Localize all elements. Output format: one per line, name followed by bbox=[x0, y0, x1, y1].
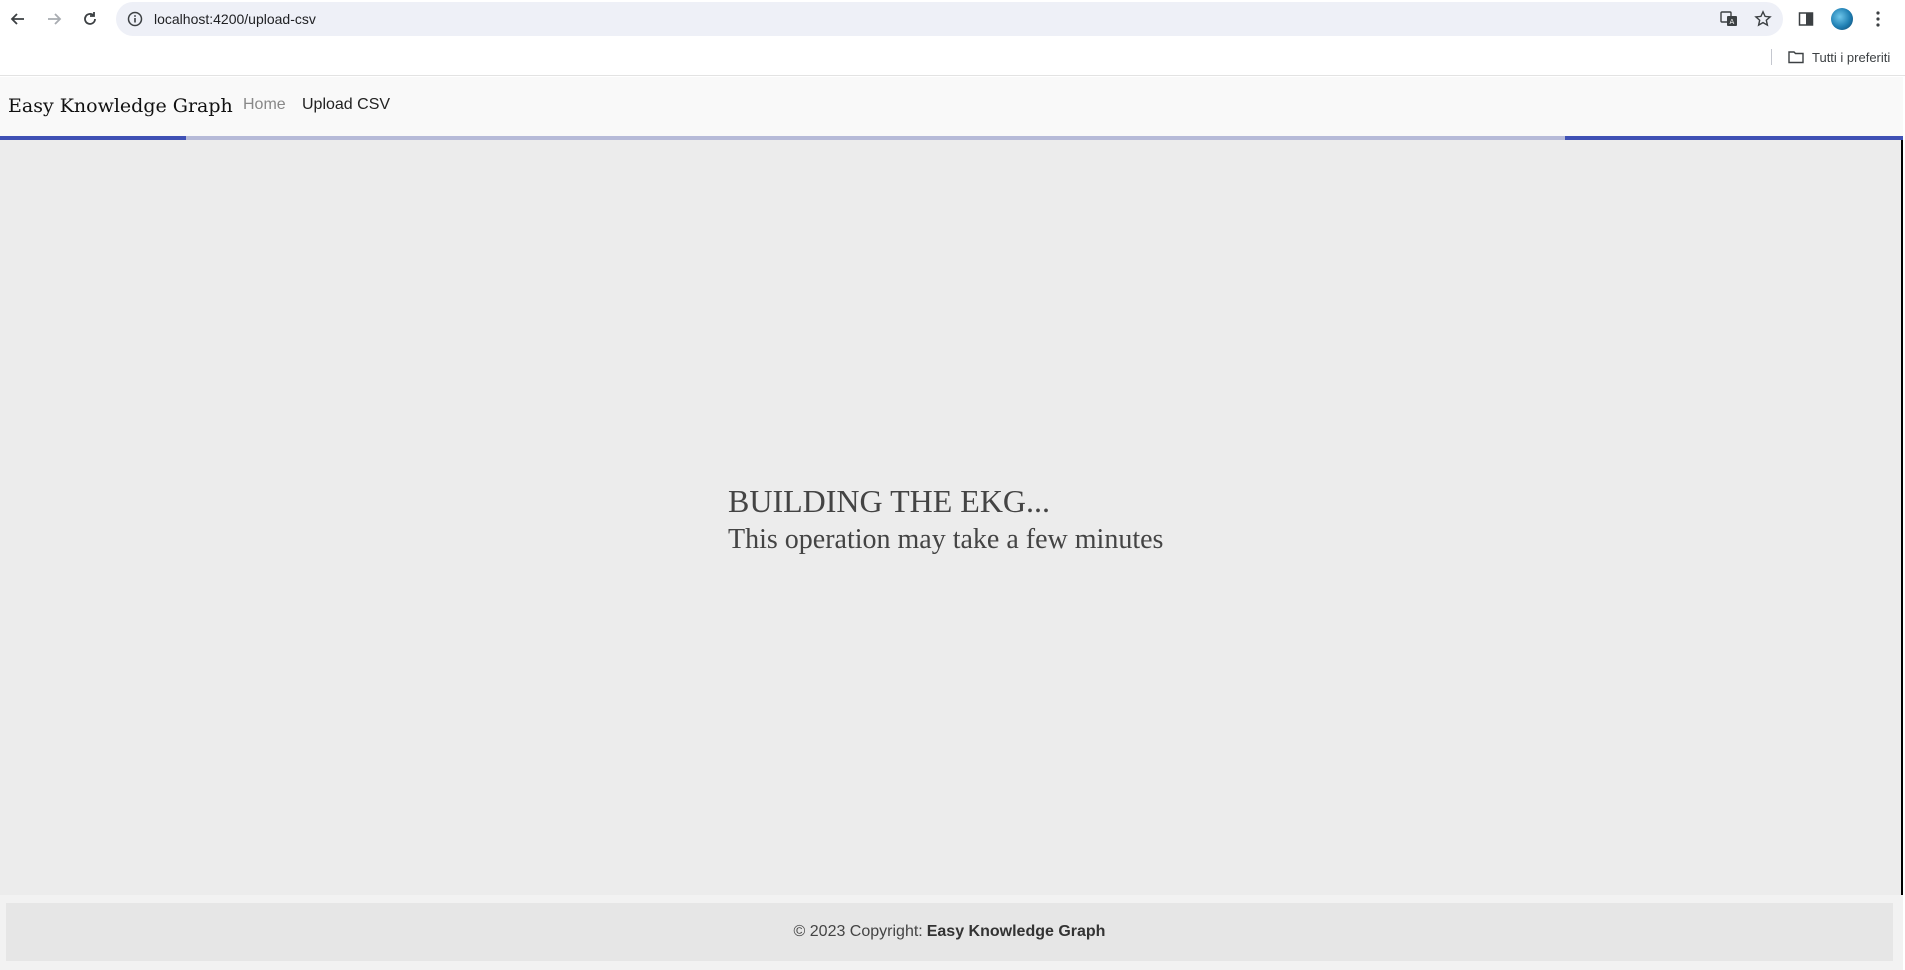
navbar-brand[interactable]: Easy Knowledge Graph bbox=[8, 95, 233, 117]
nav-link-home[interactable]: Home bbox=[243, 96, 286, 114]
profile-avatar[interactable] bbox=[1831, 8, 1853, 30]
site-info-icon[interactable] bbox=[126, 10, 144, 28]
bookmarks-folder-label: Tutti i preferiti bbox=[1812, 49, 1891, 65]
avatar-icon bbox=[1831, 8, 1853, 30]
back-button[interactable] bbox=[0, 1, 36, 37]
svg-text:A: A bbox=[1730, 18, 1735, 26]
progress-indicator-right bbox=[1565, 136, 1903, 140]
loading-title: BUILDING THE EKG... bbox=[728, 483, 1051, 519]
translate-icon[interactable]: A bbox=[1719, 9, 1739, 29]
app-navbar: Easy Knowledge Graph Home Upload CSV bbox=[0, 77, 1903, 136]
all-bookmarks-folder[interactable]: Tutti i preferiti bbox=[1788, 47, 1890, 67]
loading-message: BUILDING THE EKG... This operation may t… bbox=[728, 480, 1163, 558]
loading-progress-bar bbox=[0, 136, 1903, 140]
footer-brand: Easy Knowledge Graph bbox=[926, 923, 1106, 940]
back-arrow-icon bbox=[10, 13, 24, 25]
loading-subtitle: This operation may take a few minutes bbox=[728, 524, 1164, 555]
bookmark-star-icon[interactable] bbox=[1753, 9, 1773, 29]
url-text[interactable]: localhost:4200/upload-csv bbox=[154, 11, 316, 27]
web-page: Easy Knowledge Graph Home Upload CSV BUI… bbox=[0, 77, 1903, 970]
forward-button[interactable] bbox=[36, 1, 72, 37]
side-panel-icon[interactable] bbox=[1795, 8, 1817, 30]
reload-icon bbox=[84, 12, 96, 25]
nav-link-upload-csv[interactable]: Upload CSV bbox=[302, 96, 390, 114]
menu-kebab-icon[interactable] bbox=[1867, 8, 1889, 30]
bookmarks-bar: Tutti i preferiti bbox=[0, 38, 1905, 76]
address-bar[interactable]: localhost:4200/upload-csv A bbox=[116, 2, 1783, 36]
forward-arrow-icon bbox=[48, 13, 62, 25]
bookmarks-separator bbox=[1771, 49, 1772, 65]
folder-icon bbox=[1788, 51, 1804, 64]
progress-indicator-left bbox=[0, 136, 186, 140]
browser-toolbar: localhost:4200/upload-csv A bbox=[0, 0, 1905, 38]
reload-button[interactable] bbox=[72, 1, 108, 37]
footer-copyright: © 2023 Copyright: bbox=[793, 923, 923, 940]
footer: © 2023 Copyright: Easy Knowledge Graph bbox=[6, 903, 1893, 961]
